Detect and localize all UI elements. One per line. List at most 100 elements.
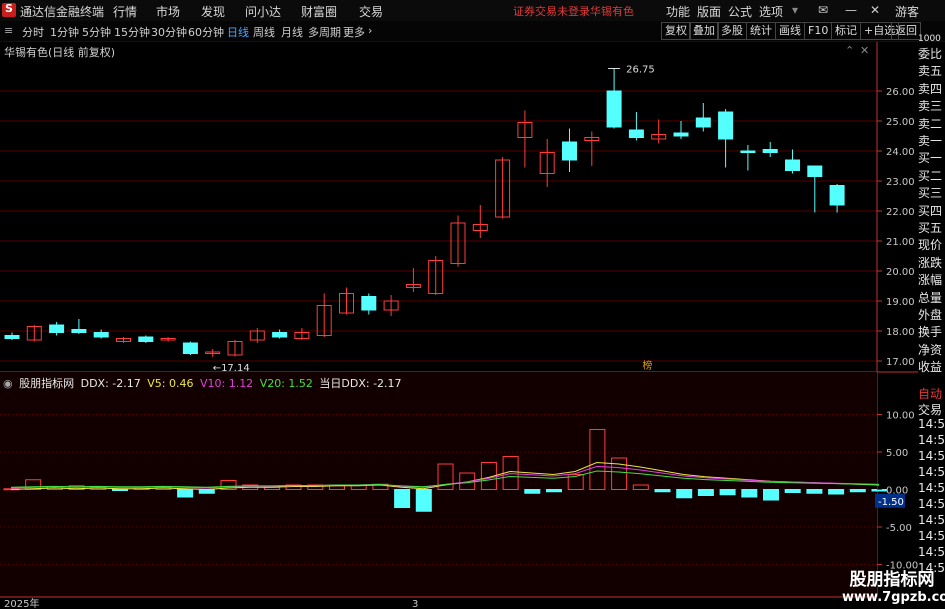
- btn-tongji[interactable]: 统计: [746, 22, 776, 40]
- price-grid: [0, 90, 877, 362]
- panel-item: 14:56: [918, 417, 945, 434]
- menu-banmian[interactable]: 版面: [697, 3, 721, 20]
- more-chevron-icon[interactable]: ›: [368, 24, 372, 37]
- rank-badge: 榜: [642, 359, 652, 372]
- menu-shichang[interactable]: 市场: [156, 3, 180, 20]
- panel-item: 14:56: [918, 449, 945, 466]
- period-toolbar: ≡ 分时 1分钟 5分钟 15分钟 30分钟 60分钟 日线 周线 月线 多周期…: [0, 21, 945, 42]
- period-monthly[interactable]: 月线: [281, 24, 303, 40]
- candle-body: [138, 336, 154, 342]
- panel-item: 14:56: [918, 513, 945, 530]
- period-60min[interactable]: 60分钟: [188, 24, 224, 40]
- candle-body: [606, 90, 622, 128]
- panel-item: 14:56: [918, 481, 945, 498]
- panel-item: 14:56: [918, 465, 945, 482]
- legend-today-ddx: 当日DDX: -2.17: [319, 377, 402, 390]
- panel-item: 现价: [918, 238, 943, 253]
- message-icon[interactable]: ✉: [818, 3, 828, 17]
- btn-fuquan[interactable]: 复权: [661, 22, 691, 40]
- panel-item: 买二: [918, 168, 943, 183]
- period-daily[interactable]: 日线: [227, 24, 249, 40]
- ddx-bar: [828, 489, 845, 495]
- price-tick-label: 20.00: [886, 267, 915, 278]
- panel-item: 委比: [918, 47, 943, 61]
- btn-diejia[interactable]: 叠加: [689, 22, 719, 40]
- candle-body: [361, 296, 377, 311]
- period-15min[interactable]: 15分钟: [114, 24, 150, 40]
- candles: [4, 68, 845, 357]
- guest-label[interactable]: 游客: [895, 3, 919, 20]
- panel-item: 卖五: [918, 64, 943, 79]
- menu-wenxiaoda[interactable]: 问小达: [245, 3, 281, 20]
- period-1min[interactable]: 1分钟: [50, 24, 79, 40]
- period-fenshi[interactable]: 分时: [22, 24, 44, 40]
- candle-body: [71, 329, 87, 333]
- app-logo-icon: [2, 2, 16, 17]
- period-more[interactable]: 更多: [343, 24, 365, 40]
- period-30min[interactable]: 30分钟: [151, 24, 187, 40]
- menu-xuanxiang[interactable]: 选项: [759, 3, 783, 20]
- ddx-bar: [806, 489, 823, 494]
- kline-chart[interactable]: 26.75←17.14 榜 26.00 25.00 24.00 23.00 22.00 21…: [0, 42, 918, 609]
- btn-f10[interactable]: F10: [804, 22, 833, 40]
- indicator-tick-label: 10.00: [886, 411, 915, 422]
- candle-body: [718, 111, 734, 140]
- panel-item: 卖二: [918, 116, 943, 131]
- panel-item: 14:56: [918, 529, 945, 546]
- period-5min[interactable]: 5分钟: [82, 24, 111, 40]
- tshirt-icon[interactable]: ▾: [792, 3, 798, 17]
- period-multi[interactable]: 多周期: [308, 24, 341, 40]
- legend-v20: V20: 1.52: [259, 377, 313, 390]
- ddx-bar: [763, 489, 779, 501]
- price-tick-label: 24.00: [886, 147, 915, 158]
- panel-item: 总量: [918, 290, 943, 305]
- watermark: 股朋指标网 www.7gpzb.com: [842, 565, 945, 605]
- panel-item: 涨幅: [918, 273, 943, 288]
- price-tick-label: 17.00: [886, 357, 915, 368]
- candle-body: [4, 335, 20, 339]
- price-tick-label: 21.00: [886, 237, 915, 248]
- period-weekly[interactable]: 周线: [253, 24, 275, 40]
- btn-biaoji[interactable]: 标记: [831, 22, 861, 40]
- current-value-label: -1.50: [878, 497, 904, 508]
- time-month-label: 3: [412, 599, 418, 609]
- candle-body: [182, 342, 198, 354]
- menu-gongneng[interactable]: 功能: [666, 3, 690, 20]
- indicator-settings-icon[interactable]: ◉: [3, 377, 13, 390]
- panel-item: 买一: [918, 151, 943, 166]
- indicator-name[interactable]: 股朋指标网: [19, 377, 74, 390]
- menu-hangqing[interactable]: 行情: [113, 3, 137, 20]
- panel-item: 净资: [918, 342, 943, 357]
- ddx-bar: [741, 489, 758, 498]
- price-tick-label: 23.00: [886, 177, 915, 188]
- watermark-line2: www.7gpzb.com: [842, 590, 945, 605]
- candle-body: [807, 165, 823, 177]
- menu-jiaoyi[interactable]: 交易: [359, 3, 383, 20]
- price-tick-label: 18.00: [886, 327, 915, 338]
- toolbar-toggle-icon[interactable]: ≡: [4, 24, 13, 37]
- minimize-icon[interactable]: —: [845, 3, 857, 17]
- candle-body: [562, 141, 577, 161]
- candle-body: [740, 150, 756, 153]
- btn-return[interactable]: 返回: [891, 22, 921, 40]
- menu-bar: 通达信金融终端 行情 市场 发现 问小达 财富圈 交易 证券交易未登录 华锡有色…: [0, 0, 945, 22]
- menu-caifuquan[interactable]: 财富圈: [301, 3, 337, 20]
- panel-item: 收益: [918, 360, 943, 375]
- login-status[interactable]: 证券交易未登录: [513, 3, 590, 19]
- candle-body: [785, 159, 800, 171]
- menu-gongshi[interactable]: 公式: [728, 3, 752, 20]
- panel-item: 卖一: [918, 134, 943, 148]
- price-tick-label: 22.00: [886, 207, 915, 218]
- btn-huaxian[interactable]: 画线: [775, 22, 805, 40]
- btn-duogu[interactable]: 多股: [717, 22, 747, 40]
- ddx-bar: [198, 489, 215, 494]
- panel-item: 外盘: [918, 308, 943, 322]
- stock-name-header: 华锡有色: [590, 5, 634, 18]
- legend-ddx: DDX: -2.17: [80, 377, 141, 390]
- menu-faxian[interactable]: 发现: [201, 3, 225, 20]
- price-tick-label: 26.00: [886, 87, 915, 98]
- price-tick-label: 19.00: [886, 297, 915, 308]
- price-markers: 26.75←17.14 榜: [213, 65, 655, 374]
- panel-item: 买三: [918, 186, 943, 201]
- close-icon[interactable]: ✕: [870, 3, 880, 17]
